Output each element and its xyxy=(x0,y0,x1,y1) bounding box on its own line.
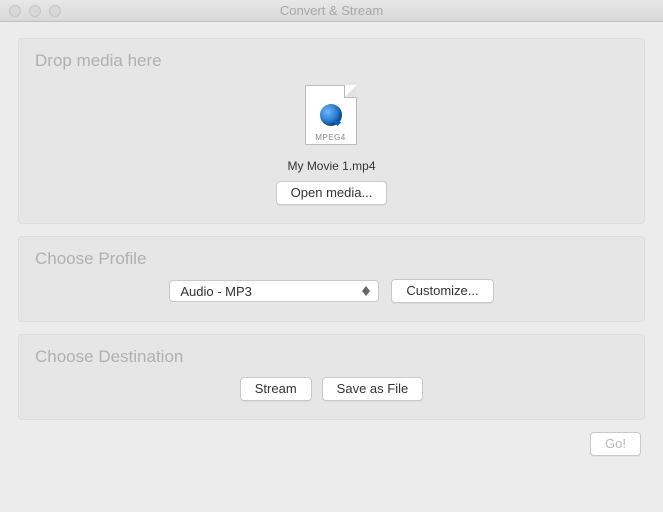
profile-selected-value: Audio - MP3 xyxy=(180,284,252,299)
window-title: Convert & Stream xyxy=(0,3,663,18)
window-controls xyxy=(0,5,61,17)
open-media-button[interactable]: Open media... xyxy=(276,181,388,205)
drop-area[interactable]: MPEG4 My Movie 1.mp4 Open media... xyxy=(35,81,628,205)
updown-chevron-icon xyxy=(358,281,374,301)
minimize-window-button[interactable] xyxy=(29,5,41,17)
drop-media-title: Drop media here xyxy=(35,51,628,71)
choose-profile-section: Choose Profile Audio - MP3 Customize... xyxy=(18,236,645,322)
close-window-button[interactable] xyxy=(9,5,21,17)
file-name-label: My Movie 1.mp4 xyxy=(287,159,375,173)
drop-media-section: Drop media here MPEG4 My Movie 1.mp4 Ope… xyxy=(18,38,645,224)
quicktime-icon xyxy=(320,104,342,126)
footer: Go! xyxy=(18,432,645,456)
choose-profile-title: Choose Profile xyxy=(35,249,628,269)
stream-button[interactable]: Stream xyxy=(240,377,312,401)
save-as-file-button[interactable]: Save as File xyxy=(322,377,424,401)
titlebar: Convert & Stream xyxy=(0,0,663,22)
go-button[interactable]: Go! xyxy=(590,432,641,456)
file-format-label: MPEG4 xyxy=(306,133,356,142)
choose-destination-section: Choose Destination Stream Save as File xyxy=(18,334,645,420)
choose-destination-title: Choose Destination xyxy=(35,347,628,367)
content: Drop media here MPEG4 My Movie 1.mp4 Ope… xyxy=(0,22,663,468)
file-icon: MPEG4 xyxy=(305,85,359,149)
profile-select[interactable]: Audio - MP3 xyxy=(169,280,379,302)
zoom-window-button[interactable] xyxy=(49,5,61,17)
customize-profile-button[interactable]: Customize... xyxy=(391,279,493,303)
